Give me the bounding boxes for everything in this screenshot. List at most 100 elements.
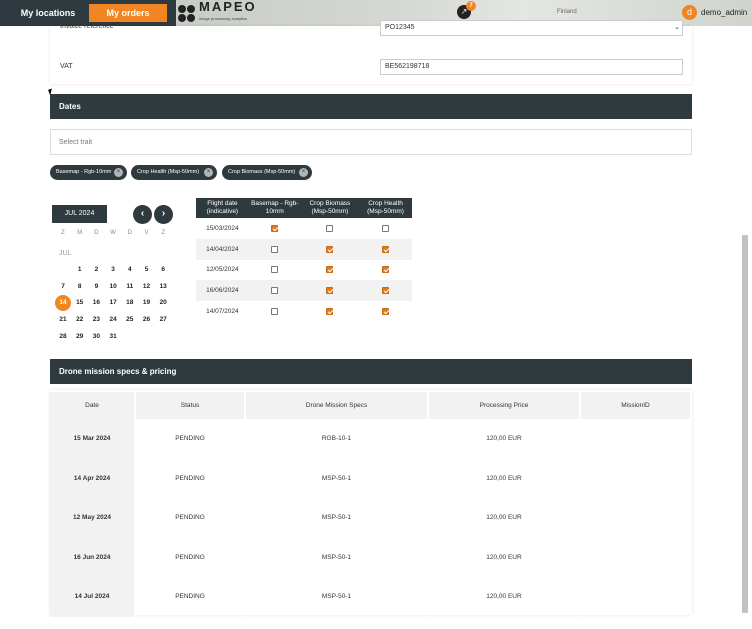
column-header: Processing Price <box>428 392 581 419</box>
status-cell: PENDING <box>135 419 246 459</box>
calendar-day[interactable]: 21 <box>55 313 71 327</box>
checkbox-cell <box>359 238 412 260</box>
calendar-day[interactable]: 1 <box>72 263 88 277</box>
calendar-day[interactable]: 2 <box>88 263 104 277</box>
column-header: Crop Health (Msp-50mm) <box>359 198 412 218</box>
health-checkbox[interactable] <box>382 287 390 295</box>
basemap-checkbox[interactable] <box>271 224 279 232</box>
trait-chip-label: Crop Biomass (Msp-50mm) <box>228 169 296 175</box>
health-checkbox[interactable] <box>382 266 390 274</box>
specs-cell: MSP-50-1 <box>245 577 429 617</box>
date-cell: 12 May 2024 <box>50 498 136 538</box>
trait-chip[interactable]: Crop Health (Msp-50mm) × <box>131 165 217 180</box>
calendar-day[interactable]: 13 <box>155 280 171 294</box>
biomass-checkbox[interactable] <box>326 224 334 232</box>
calendar-day[interactable]: 11 <box>122 280 138 294</box>
invoice-reference-input[interactable]: PO12345 <box>380 20 683 36</box>
date-cell: 14 Jul 2024 <box>50 577 136 617</box>
biomass-checkbox[interactable] <box>326 307 334 315</box>
biomass-checkbox[interactable] <box>326 245 334 253</box>
nav-my-locations[interactable]: My locations <box>14 4 82 22</box>
calendar-day[interactable]: 3 <box>105 263 121 277</box>
brand-tagline: image processing analytics <box>199 16 248 21</box>
date-cell: 14 Apr 2024 <box>50 458 136 498</box>
calendar-day[interactable]: 30 <box>88 330 104 344</box>
trait-chip[interactable]: Crop Biomass (Msp-50mm) × <box>222 165 312 180</box>
calendar-day[interactable]: 17 <box>105 296 121 310</box>
calendar-day[interactable]: 12 <box>139 280 155 294</box>
calendar-weekday: D <box>94 230 99 236</box>
chevron-right-icon[interactable]: › <box>154 205 173 224</box>
basemap-checkbox[interactable] <box>271 266 279 274</box>
column-header: Crop Biomass (Msp-50mm) <box>300 198 360 218</box>
username-label[interactable]: demo_admin <box>701 8 747 17</box>
calendar-day[interactable]: 22 <box>72 313 88 327</box>
calendar-day[interactable]: 6 <box>155 263 171 277</box>
calendar-day[interactable]: 16 <box>88 296 104 310</box>
user-avatar[interactable]: d <box>682 5 697 20</box>
vat-label: VAT <box>60 63 73 70</box>
calendar-day[interactable]: 24 <box>105 313 121 327</box>
calendar-day[interactable]: 28 <box>55 330 71 344</box>
vat-input[interactable]: BE562198718 <box>380 59 683 75</box>
trait-chip-label: Crop Health (Msp-50mm) <box>137 169 200 175</box>
calendar-weekday: V <box>144 230 149 236</box>
calendar-weekday: Z <box>61 230 65 236</box>
trait-chip[interactable]: Basemap - Rgb-10mm × <box>50 165 127 180</box>
biomass-checkbox[interactable] <box>326 266 334 274</box>
map-label-finland: Finland <box>557 9 577 15</box>
health-checkbox[interactable] <box>382 307 390 315</box>
column-header: Status <box>135 392 246 419</box>
calendar-day[interactable]: 19 <box>139 296 155 310</box>
calendar-day[interactable]: 10 <box>105 280 121 294</box>
biomass-checkbox[interactable] <box>326 287 334 295</box>
calendar-day[interactable]: 27 <box>155 313 171 327</box>
table-row: 12 May 2024 PENDING MSP-50-1 120,00 EUR <box>50 498 692 538</box>
basemap-checkbox[interactable] <box>271 307 279 315</box>
basemap-checkbox[interactable] <box>271 287 279 295</box>
calendar-day[interactable]: 25 <box>122 313 138 327</box>
invoice-card: Invoice reference PO12345 ⌄ VAT BE562198… <box>50 20 692 84</box>
nav-my-orders[interactable]: My orders <box>89 4 167 22</box>
specs-cell: MSP-50-1 <box>245 498 429 538</box>
price-cell: 120,00 EUR <box>428 577 581 617</box>
calendar-day[interactable]: 8 <box>72 280 88 294</box>
calendar-day[interactable]: 18 <box>122 296 138 310</box>
calendar-day[interactable]: 20 <box>155 296 171 310</box>
brand-name: MAPEO <box>199 0 257 14</box>
pricing-section-header: Drone mission specs & pricing <box>50 359 692 384</box>
calendar-month-button[interactable]: JUL 2024 <box>52 205 107 223</box>
calendar-day-selected[interactable]: 14 <box>55 295 71 312</box>
calendar-month-short: JUL <box>59 250 72 257</box>
checkbox-cell <box>300 280 360 302</box>
mission-id-cell <box>580 458 692 498</box>
health-checkbox[interactable] <box>382 245 390 253</box>
calendar-day[interactable]: 15 <box>72 296 88 310</box>
health-checkbox[interactable] <box>382 224 390 232</box>
mission-id-cell <box>580 419 692 459</box>
calendar-day[interactable]: 4 <box>122 263 138 277</box>
status-cell: PENDING <box>135 458 246 498</box>
calendar-day[interactable]: 23 <box>88 313 104 327</box>
calendar-day[interactable]: 26 <box>139 313 155 327</box>
invoice-reference-label: Invoice reference <box>60 23 114 30</box>
chevron-down-icon: ⌄ <box>674 24 680 31</box>
calendar-day[interactable]: 7 <box>55 280 71 294</box>
basemap-checkbox[interactable] <box>271 245 279 253</box>
close-icon[interactable]: × <box>114 168 123 177</box>
close-icon[interactable]: × <box>299 168 308 177</box>
brand-logo[interactable]: MAPEO image processing analytics <box>178 0 257 23</box>
trait-select[interactable]: Select trait <box>50 129 692 155</box>
checkbox-cell <box>249 260 301 281</box>
calendar-day[interactable]: 5 <box>139 263 155 277</box>
calendar-day[interactable]: 9 <box>88 280 104 294</box>
calendar-day[interactable]: 31 <box>105 330 121 344</box>
column-header: MissionID <box>580 392 692 419</box>
close-icon[interactable]: × <box>204 168 213 177</box>
chevron-left-icon[interactable]: ‹ <box>133 205 152 224</box>
mission-id-cell <box>580 577 692 617</box>
page-scrollbar[interactable] <box>742 235 748 613</box>
calendar-day[interactable]: 29 <box>72 330 88 344</box>
price-cell: 120,00 EUR <box>428 537 581 577</box>
specs-cell: MSP-50-1 <box>245 537 429 577</box>
